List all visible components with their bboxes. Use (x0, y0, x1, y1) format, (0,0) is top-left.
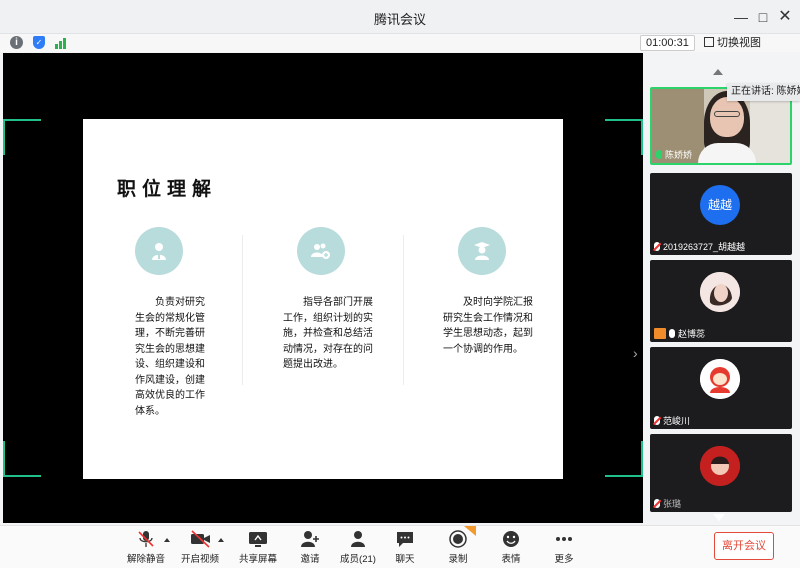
window-title: 腾讯会议 (373, 12, 426, 27)
participant-tile[interactable]: 赵博蕊 (650, 260, 792, 342)
network-signal-icon[interactable] (55, 37, 69, 49)
leave-meeting-button[interactable]: 离开会议 (714, 532, 774, 560)
mic-off-icon (654, 242, 660, 251)
speaking-indicator: 正在讲话: 陈娇娇 (727, 83, 800, 101)
members-icon (348, 530, 368, 548)
slide-title: 职位理解 (117, 179, 218, 200)
more-button[interactable]: 更多 (540, 530, 588, 566)
emoji-icon (501, 530, 521, 548)
scroll-up-icon[interactable] (713, 69, 723, 75)
switch-view-button[interactable]: 切换视图 (704, 35, 761, 51)
switch-view-label: 切换视图 (717, 37, 761, 49)
slide-column-text: 指导各部门开展工作，组织计划的实施，并检查和总结活动情况，对存在的问题提出改进。 (283, 297, 373, 370)
avatar (700, 359, 740, 399)
participant-name: 张璐 (654, 497, 681, 510)
mic-off-icon (654, 416, 660, 425)
presentation-slide: 职位理解 负责对研究生会的常规化管理，不断完善研究生会的思想建设、组织建设和作风… (83, 119, 563, 479)
grid-view-icon (704, 37, 714, 47)
share-screen-label: 共享屏幕 (238, 554, 277, 565)
participant-panel: 陈娇娇 正在讲话: 陈娇娇 越越 2019263727_胡越越 赵博蕊 范峻川 … (645, 53, 800, 525)
record-icon (448, 526, 476, 548)
chat-button[interactable]: 聊天 (381, 530, 429, 566)
record-label: 录制 (448, 554, 468, 565)
participant-tile[interactable]: 越越 2019263727_胡越越 (650, 173, 792, 255)
more-icon (554, 530, 574, 548)
share-screen-button[interactable]: 共享屏幕 (234, 530, 282, 566)
participant-tile[interactable]: 张璐 (650, 434, 792, 512)
invite-button[interactable]: 邀请 (286, 530, 334, 566)
invite-label: 邀请 (300, 554, 320, 565)
avatar: 越越 (700, 185, 740, 225)
reactions-button[interactable]: 表情 (487, 530, 535, 566)
participant-name: 范峻川 (654, 414, 690, 427)
participant-name: 2019263727_胡越越 (654, 240, 745, 253)
chevron-right-icon[interactable]: › (633, 345, 638, 361)
slide-column-text: 及时向学院汇报研究生会工作情况和学生思想动态，起到一个协调的作用。 (443, 297, 533, 355)
divider (242, 235, 243, 385)
graduate-icon (458, 227, 506, 275)
more-label: 更多 (554, 554, 574, 565)
microphone-icon (656, 150, 662, 159)
security-shield-icon[interactable]: ✓ (33, 36, 45, 49)
focus-corner (3, 119, 41, 155)
avatar (700, 446, 740, 486)
share-screen-icon (248, 530, 268, 548)
participant-name: 陈娇娇 (656, 148, 692, 161)
shared-screen-area: 职位理解 负责对研究生会的常规化管理，不断完善研究生会的思想建设、组织建设和作风… (3, 53, 643, 523)
maximize-icon[interactable]: □ (752, 6, 774, 28)
meeting-info-bar: i ✓ 01:00:31 切换视图 (0, 34, 800, 52)
chat-label: 聊天 (395, 554, 415, 565)
focus-corner (605, 119, 643, 155)
focus-corner (3, 441, 41, 477)
invite-icon (300, 530, 320, 548)
info-icon[interactable]: i (10, 36, 23, 49)
reactions-label: 表情 (501, 554, 521, 565)
members-label: 成员(21) (340, 554, 376, 565)
close-icon[interactable]: ✕ (774, 6, 796, 28)
unmute-label: 解除静音 (126, 554, 165, 565)
meeting-timer: 01:00:31 (640, 35, 695, 51)
slide-column-text: 负责对研究生会的常规化管理，不断完善研究生会的思想建设、组织建设和作风建设，创建… (135, 297, 205, 417)
unmute-button[interactable]: 解除静音 (122, 530, 170, 566)
start-video-label: 开启视频 (180, 554, 219, 565)
divider (403, 235, 404, 385)
avatar (700, 272, 740, 312)
members-button[interactable]: 成员(21) (334, 530, 382, 566)
focus-corner (605, 441, 643, 477)
microphone-icon (669, 329, 675, 338)
camera-off-icon (190, 530, 224, 548)
participant-name: 赵博蕊 (654, 327, 705, 340)
host-icon (654, 328, 666, 339)
start-video-button[interactable]: 开启视频 (176, 530, 224, 566)
meeting-toolbar: 解除静音 开启视频 共享屏幕 邀请 成员(21) 聊天 录制 表情 更多 离开会… (0, 525, 800, 568)
title-bar: 腾讯会议 — □ ✕ (0, 0, 800, 34)
record-button[interactable]: 录制 (434, 526, 482, 566)
mic-muted-icon (136, 530, 170, 548)
team-add-icon (297, 227, 345, 275)
minimize-icon[interactable]: — (730, 6, 752, 28)
participant-tile[interactable]: 范峻川 (650, 347, 792, 429)
chat-icon (395, 530, 415, 548)
scroll-down-icon[interactable] (713, 514, 725, 521)
mic-off-icon (654, 499, 660, 508)
meeting-window: { "window": { "title": "腾讯会议" }, "status… (0, 0, 800, 568)
person-icon (135, 227, 183, 275)
